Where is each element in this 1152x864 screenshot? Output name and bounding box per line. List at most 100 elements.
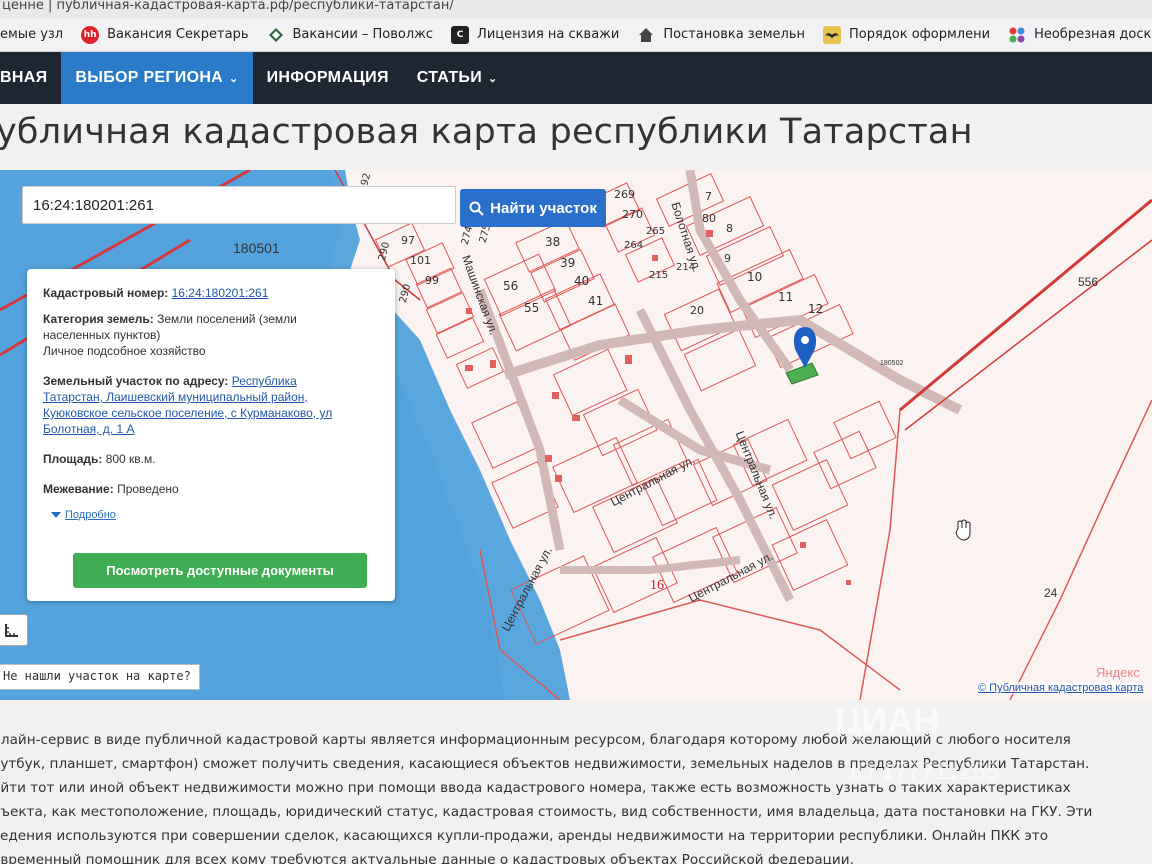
parcel-number: 55 bbox=[524, 301, 540, 315]
caret-down-icon bbox=[51, 511, 61, 518]
address-link[interactable]: Болотная, д. 1 А bbox=[43, 422, 134, 436]
parcel-number: 8 bbox=[726, 222, 733, 235]
parcel-number: 39 bbox=[560, 256, 576, 270]
map-tool-button[interactable] bbox=[0, 614, 28, 646]
parcel-info-popup: Кадастровый номер: 16:24:180201:261 Кате… bbox=[27, 269, 395, 601]
cadastral-row: Кадастровый номер: 16:24:180201:261 bbox=[43, 285, 381, 301]
parcel-number: 11 bbox=[778, 290, 794, 304]
bookmark-label: Лицензия на скважи bbox=[477, 27, 620, 42]
description-line: нлайн-сервис в виде публичной кадастрово… bbox=[0, 732, 1071, 748]
description-line: овременный помощник для всех кому требую… bbox=[0, 852, 854, 864]
mustache-icon bbox=[823, 25, 841, 44]
nav-label: ВЫБОР РЕГИОНА bbox=[75, 69, 224, 86]
parcel-number: 10 bbox=[747, 270, 763, 284]
description-line: ведения используются при совершении сдел… bbox=[0, 828, 1049, 844]
description-line: бъекта, как местоположение, площадь, юри… bbox=[0, 804, 1093, 820]
view-documents-button[interactable]: Посмотреть доступные документы bbox=[73, 553, 367, 588]
nav-label: СТАТЬИ bbox=[416, 69, 483, 86]
block-label: 556 bbox=[1078, 275, 1099, 289]
area-row: Площадь: 800 кв.м. bbox=[43, 451, 381, 467]
parcel-number: 12 bbox=[808, 302, 824, 316]
watermark-id: ID 177711265 bbox=[850, 758, 1000, 785]
watermark-logo: ЦИАН bbox=[835, 700, 940, 741]
field-label: Категория земель: bbox=[43, 312, 154, 326]
parcel-number: 270 bbox=[622, 208, 643, 221]
bookmark-item[interactable]: Вакансии – Поволжс bbox=[267, 26, 434, 44]
survey-value: Проведено bbox=[117, 482, 179, 496]
parcel-number: 99 bbox=[425, 274, 439, 287]
bookmark-item[interactable]: Постановка земельн bbox=[637, 26, 805, 44]
bookmark-label: Вакансия Секретарь bbox=[107, 27, 249, 42]
address-bar[interactable]: ценне | публичная-кадастровая-карта.рф/р… bbox=[0, 0, 1152, 18]
find-parcel-button[interactable]: Найти участок bbox=[460, 189, 606, 227]
not-found-link[interactable]: Не нашли участок на карте? bbox=[0, 664, 200, 690]
ruler-icon bbox=[5, 624, 18, 637]
category-value: населенных пунктов) bbox=[43, 328, 161, 342]
parcel-number: 264 bbox=[624, 240, 644, 251]
field-label: Межевание: bbox=[43, 482, 114, 496]
parcel-number: 56 bbox=[503, 279, 519, 293]
boundary-line bbox=[904, 239, 1152, 431]
chevron-down-icon: ⌄ bbox=[229, 72, 239, 85]
field-label: Земельный участок по адресу: bbox=[43, 374, 229, 388]
block-label: 180501 bbox=[233, 240, 280, 256]
c-icon: C bbox=[451, 25, 470, 44]
yandex-logo: Яндекс bbox=[1096, 665, 1140, 680]
bookmark-item[interactable]: Порядок оформлени bbox=[823, 25, 990, 44]
bookmark-label: Вакансии – Поволжс bbox=[292, 27, 434, 42]
block-label: 180502 bbox=[880, 360, 904, 367]
parcel-number: 269 bbox=[614, 188, 635, 201]
details-toggle[interactable]: Подробно bbox=[51, 507, 381, 523]
cadastral-search-input[interactable] bbox=[22, 186, 456, 224]
survey-row: Межевание: Проведено bbox=[43, 481, 381, 497]
url-text: ценне | публичная-кадастровая-карта.рф/р… bbox=[2, 0, 454, 13]
bookmark-item[interactable]: Необрезная доска к bbox=[1008, 26, 1152, 44]
diamond-icon bbox=[267, 26, 285, 44]
bookmark-item[interactable]: емые узл bbox=[0, 27, 63, 42]
dots-icon bbox=[1008, 26, 1026, 44]
parcel-number: 9 bbox=[724, 252, 731, 265]
nav-main[interactable]: ВНАЯ bbox=[0, 52, 61, 104]
site-navbar: ВНАЯ ВЫБОР РЕГИОНА ⌄ ИНФОРМАЦИЯ СТАТЬИ ⌄ bbox=[0, 52, 1152, 104]
bookmark-label: емые узл bbox=[0, 27, 64, 42]
bookmark-item[interactable]: hh Вакансия Секретарь bbox=[81, 25, 249, 44]
bookmark-label: Постановка земельн bbox=[663, 27, 805, 42]
parcel-number: 101 bbox=[410, 254, 431, 267]
bookmark-label: Необрезная доска к bbox=[1034, 27, 1152, 42]
nav-information[interactable]: ИНФОРМАЦИЯ bbox=[253, 52, 403, 104]
block-label: 24 bbox=[1044, 586, 1058, 600]
parcel-number: 97 bbox=[401, 234, 415, 247]
nav-region-select[interactable]: ВЫБОР РЕГИОНА ⌄ bbox=[61, 52, 253, 104]
boundary-line bbox=[559, 599, 901, 691]
block-label: 16 bbox=[650, 578, 664, 593]
map-pin-icon bbox=[793, 327, 817, 368]
parcel-number: 7 bbox=[705, 190, 712, 203]
parcel-number: 265 bbox=[646, 226, 666, 237]
parcel-number: 20 bbox=[690, 304, 704, 317]
address-link[interactable]: Республика bbox=[232, 374, 297, 388]
address-link[interactable]: Куюковское сельское поселение, с Курмана… bbox=[43, 406, 332, 420]
boundary-line bbox=[1009, 399, 1152, 700]
page-title: убличная кадастровая карта республики Та… bbox=[0, 112, 973, 152]
nav-articles[interactable]: СТАТЬИ ⌄ bbox=[403, 52, 512, 104]
nav-label: ИНФОРМАЦИЯ bbox=[266, 69, 389, 86]
chevron-down-icon: ⌄ bbox=[488, 72, 498, 85]
pkk-attribution-link[interactable]: © Публичная кадастровая карта bbox=[978, 682, 1144, 694]
category-use: Личное подсобное хозяйство bbox=[43, 344, 206, 358]
field-label: Кадастровый номер: bbox=[43, 286, 169, 300]
parcel-number: 41 bbox=[588, 294, 604, 308]
parcel-number: 80 bbox=[702, 212, 716, 225]
details-label: Подробно bbox=[65, 509, 116, 521]
home-icon bbox=[637, 26, 655, 44]
search-icon bbox=[469, 201, 484, 216]
field-label: Площадь: bbox=[43, 452, 103, 466]
parcel-number: 40 bbox=[574, 274, 590, 288]
find-parcel-label: Найти участок bbox=[490, 199, 597, 217]
address-link[interactable]: Татарстан, Лаишевский муниципальный райо… bbox=[43, 390, 308, 404]
hh-icon: hh bbox=[81, 25, 100, 44]
road-central-4 bbox=[560, 556, 741, 574]
parcel-number: 215 bbox=[649, 270, 669, 281]
category-value: Земли поселений (земли bbox=[157, 312, 297, 326]
cadastral-number-link[interactable]: 16:24:180201:261 bbox=[172, 286, 269, 300]
bookmark-item[interactable]: C Лицензия на скважи bbox=[451, 25, 620, 44]
